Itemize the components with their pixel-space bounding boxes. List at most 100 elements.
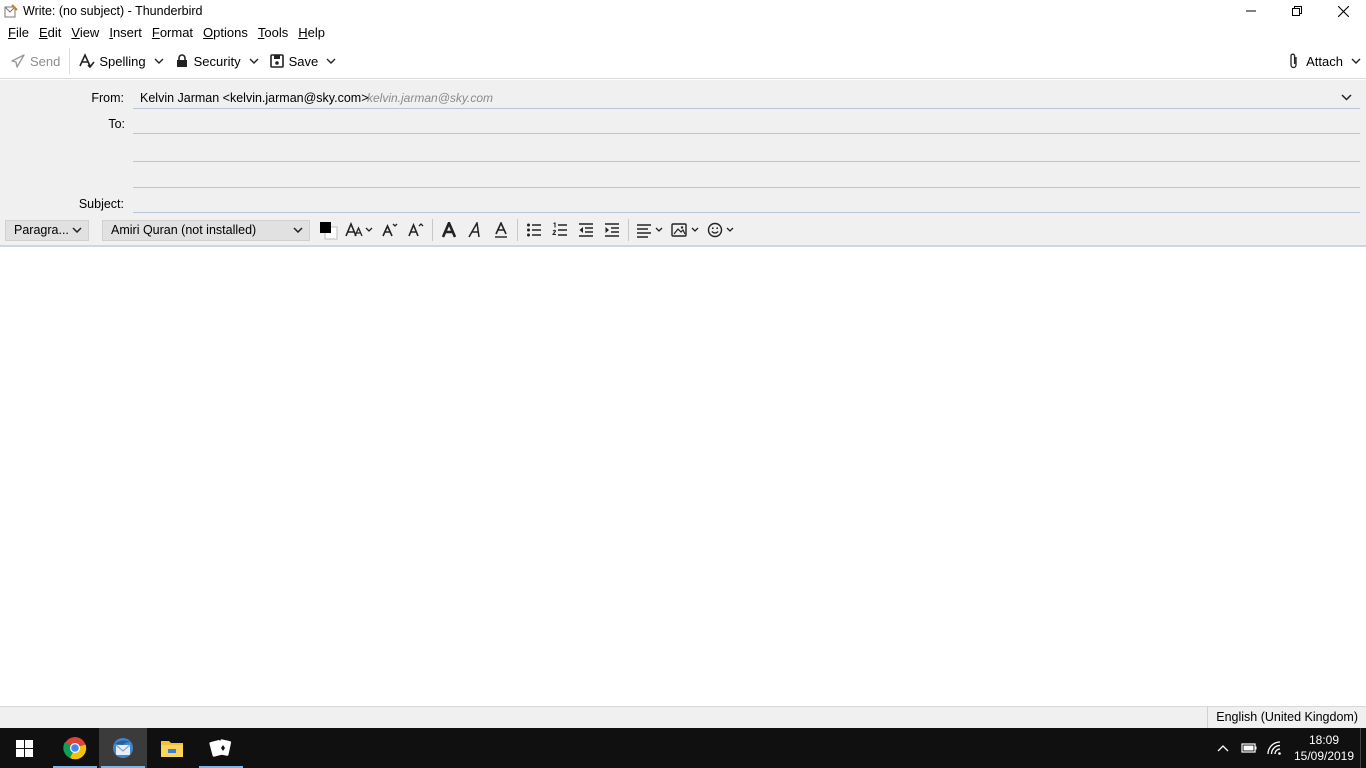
compose-header: From: Kelvin Jarman <kelvin.jarman@sky.c…: [0, 80, 1366, 215]
security-dropdown[interactable]: [246, 48, 262, 74]
message-body-editor[interactable]: [0, 247, 1366, 706]
font-size-button[interactable]: [341, 218, 377, 242]
clock-date: 15/09/2019: [1293, 749, 1355, 763]
windows-taskbar: 18:09 15/09/2019: [0, 728, 1366, 768]
show-desktop-button[interactable]: [1360, 728, 1366, 768]
toolbar-separator: [69, 48, 71, 74]
outdent-icon: [579, 223, 593, 237]
security-button[interactable]: Security: [169, 48, 246, 74]
format-toolbar: Paragra... Amiri Quran (not installed): [0, 215, 1366, 247]
increase-indent-button[interactable]: [599, 218, 625, 242]
minimize-button[interactable]: [1228, 0, 1274, 22]
text-color-button[interactable]: [315, 218, 341, 242]
compose-toolbar: Send Spelling Security Save Attach: [0, 44, 1366, 79]
format-separator: [517, 219, 518, 241]
chrome-icon: [63, 737, 87, 760]
to-input[interactable]: [133, 114, 1360, 133]
battery-icon: [1241, 743, 1257, 753]
taskbar-solitaire[interactable]: [197, 728, 245, 768]
text-color-icon: [320, 222, 338, 240]
taskbar-clock[interactable]: 18:09 15/09/2019: [1288, 732, 1360, 764]
from-dropdown-button[interactable]: [1338, 90, 1354, 104]
show-hidden-icons-button[interactable]: [1210, 728, 1236, 768]
menu-bar: File Edit View Insert Format Options Too…: [0, 22, 1366, 44]
menu-edit[interactable]: Edit: [34, 23, 66, 43]
menu-file[interactable]: File: [3, 23, 34, 43]
numbered-list-icon: [552, 222, 567, 236]
save-button[interactable]: Save: [264, 48, 324, 74]
chevron-down-icon: [1351, 58, 1361, 64]
font-family-select[interactable]: Amiri Quran (not installed): [102, 219, 310, 241]
numbered-list-button[interactable]: [547, 218, 573, 242]
subject-underline: [133, 212, 1360, 213]
restore-button[interactable]: [1274, 0, 1320, 22]
security-label: Security: [193, 53, 241, 69]
insert-emoji-button[interactable]: [704, 218, 740, 242]
increase-font-size-button[interactable]: [403, 218, 429, 242]
insert-image-button[interactable]: [668, 218, 704, 242]
send-label: Send: [30, 53, 61, 69]
indent-icon: [605, 223, 619, 237]
title-bar: Write: (no subject) - Thunderbird: [0, 0, 1366, 22]
status-bar: English (United Kingdom): [0, 706, 1366, 728]
taskbar-file-explorer[interactable]: [148, 728, 196, 768]
battery-button[interactable]: [1236, 728, 1262, 768]
alignment-button[interactable]: [632, 218, 668, 242]
italic-button[interactable]: [462, 218, 488, 242]
spelling-icon: [79, 53, 95, 69]
paperclip-icon: [1286, 53, 1302, 69]
chevron-down-icon: [249, 58, 259, 64]
attach-button[interactable]: Attach: [1281, 48, 1348, 74]
menu-help[interactable]: Help: [293, 23, 330, 43]
font-size-icon: [345, 222, 373, 237]
compose-window-icon: [3, 3, 19, 19]
chevron-down-icon: [1340, 93, 1352, 101]
decrease-font-icon: [382, 223, 398, 237]
decrease-font-size-button[interactable]: [377, 218, 403, 242]
save-label: Save: [288, 53, 319, 69]
attach-dropdown[interactable]: [1348, 48, 1364, 74]
bold-button[interactable]: [436, 218, 462, 242]
decrease-indent-button[interactable]: [573, 218, 599, 242]
underline-button[interactable]: [488, 218, 514, 242]
menu-format[interactable]: Format: [147, 23, 198, 43]
send-button[interactable]: Send: [5, 48, 65, 74]
from-label: From:: [91, 91, 124, 105]
subject-input[interactable]: [133, 192, 1360, 212]
smiley-icon: [707, 222, 734, 238]
image-icon: [671, 223, 699, 237]
attach-label: Attach: [1306, 53, 1343, 69]
paragraph-format-select[interactable]: Paragra...: [5, 219, 89, 241]
menu-view[interactable]: View: [66, 23, 104, 43]
from-selector[interactable]: Kelvin Jarman <kelvin.jarman@sky.com>: [140, 91, 369, 105]
recipient-underline-2: [133, 161, 1360, 162]
menu-tools[interactable]: Tools: [253, 23, 293, 43]
clock-time: 18:09: [1308, 733, 1340, 747]
recipient-input-3[interactable]: [133, 165, 1360, 186]
from-identity-hint: kelvin.jarman@sky.com: [367, 91, 493, 105]
spelling-button[interactable]: Spelling: [74, 48, 150, 74]
menu-options[interactable]: Options: [198, 23, 253, 43]
chevron-down-icon: [154, 58, 164, 64]
subject-label: Subject:: [78, 197, 124, 211]
bold-icon: [441, 222, 457, 238]
spelling-dropdown[interactable]: [151, 48, 167, 74]
recipient-underline-3: [133, 187, 1360, 188]
bulleted-list-icon: [527, 223, 541, 237]
chevron-down-icon: [326, 58, 336, 64]
save-dropdown[interactable]: [323, 48, 339, 74]
menu-insert[interactable]: Insert: [104, 23, 147, 43]
start-button[interactable]: [0, 728, 48, 768]
close-button[interactable]: [1320, 0, 1366, 22]
bulleted-list-button[interactable]: [521, 218, 547, 242]
taskbar-thunderbird[interactable]: [99, 728, 147, 768]
windows-logo-icon: [15, 739, 33, 757]
save-icon: [269, 53, 285, 69]
chevron-down-icon: [72, 227, 82, 233]
chevron-down-icon: [293, 227, 303, 233]
spellcheck-language[interactable]: English (United Kingdom): [1207, 707, 1366, 728]
recipient-input-2[interactable]: [133, 138, 1360, 160]
network-button[interactable]: [1262, 728, 1288, 768]
taskbar-chrome[interactable]: [51, 728, 99, 768]
lock-icon: [174, 53, 190, 69]
